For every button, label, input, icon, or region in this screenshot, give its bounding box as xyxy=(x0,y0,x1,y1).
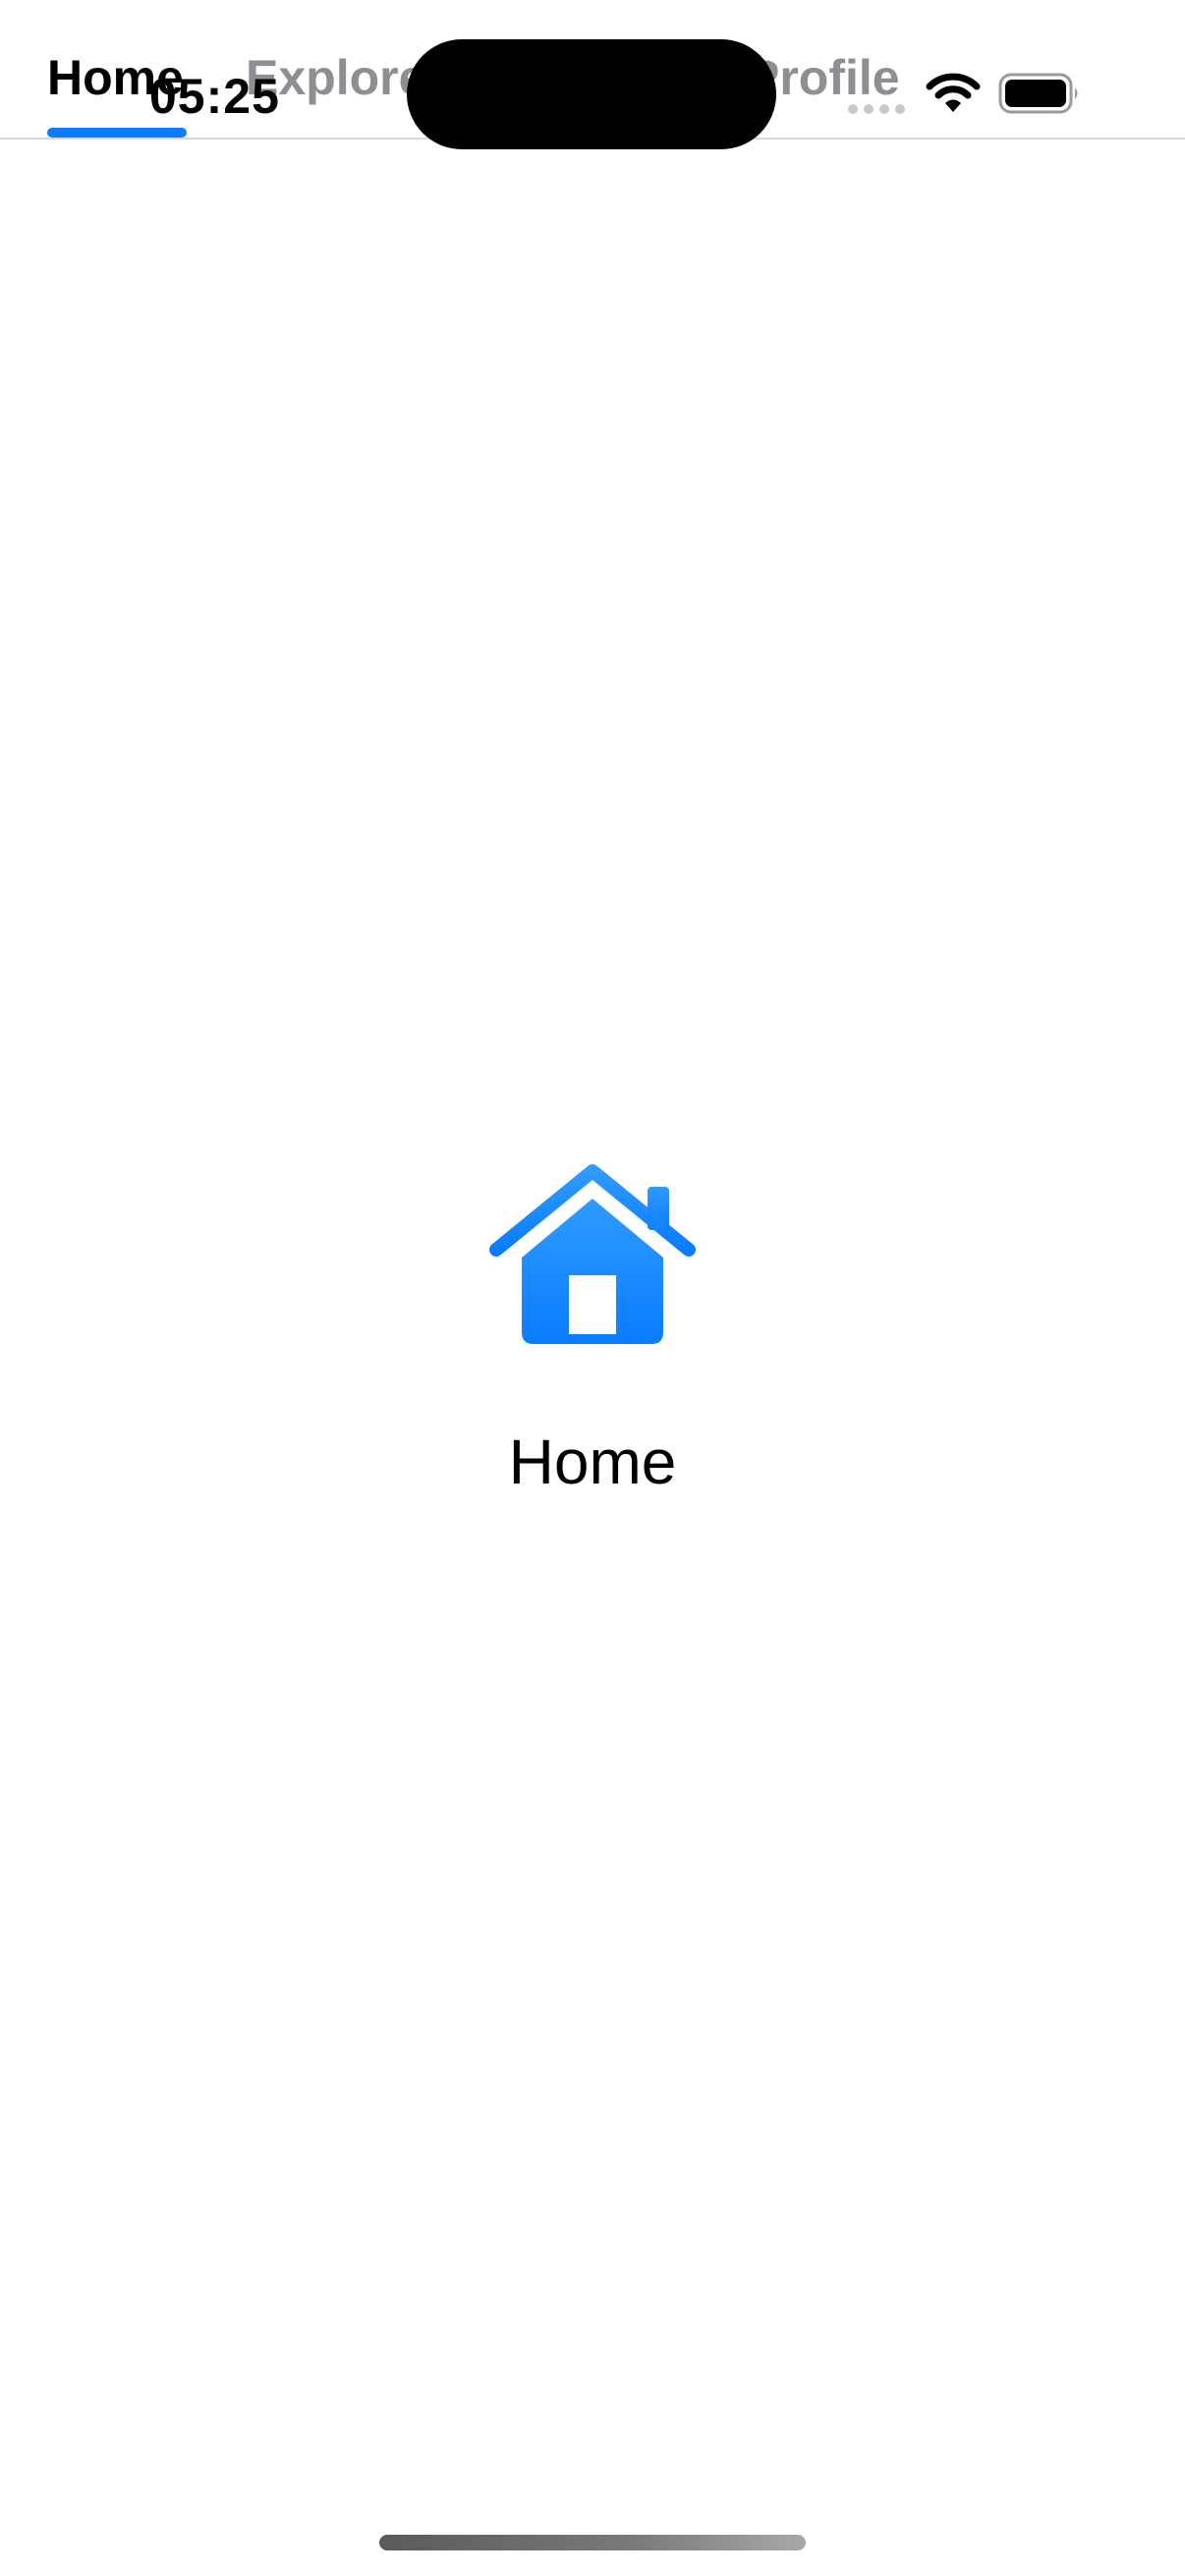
cellular-signal-icon xyxy=(848,104,905,114)
content-title: Home xyxy=(508,1427,677,1497)
selected-tab-indicator xyxy=(47,128,187,138)
home-screen: Home Explore Profile 05:25 Home xyxy=(0,0,1185,2576)
wifi-icon xyxy=(926,73,981,112)
status-time: 05:25 xyxy=(149,69,280,124)
battery-icon xyxy=(998,73,1078,114)
house-fill-icon xyxy=(489,1164,696,1344)
home-indicator[interactable] xyxy=(379,2535,806,2550)
home-content: Home xyxy=(0,1159,1185,1513)
dynamic-island xyxy=(407,39,776,149)
